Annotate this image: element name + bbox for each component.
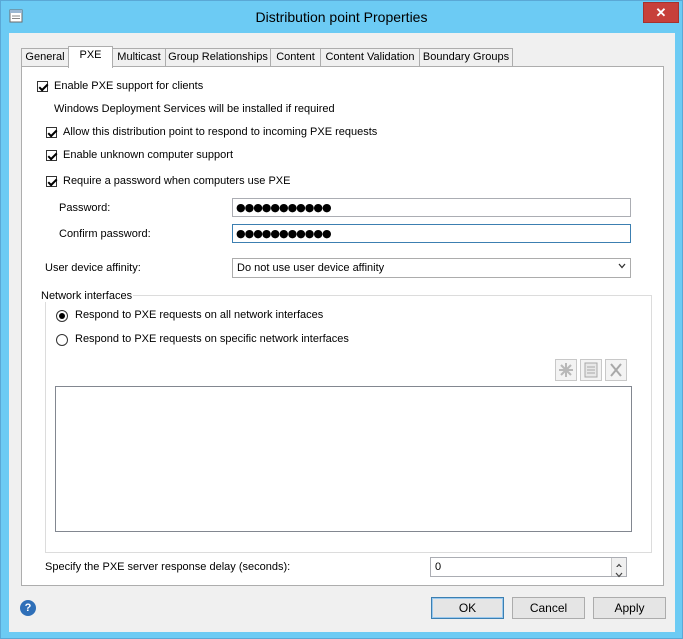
delete-interface-button[interactable] <box>605 359 627 381</box>
close-button[interactable]: ✕ <box>643 2 679 23</box>
confirm-password-label: Confirm password: <box>59 228 151 240</box>
dialog-window: Distribution point Properties ✕ General … <box>0 0 683 639</box>
tab-group-relationships[interactable]: Group Relationships <box>165 48 271 66</box>
window-title: Distribution point Properties <box>255 9 428 25</box>
tab-pxe[interactable]: PXE <box>68 46 113 68</box>
respond-specific-interfaces-label: Respond to PXE requests on specific netw… <box>75 333 349 345</box>
tab-boundary-groups[interactable]: Boundary Groups <box>419 48 513 66</box>
password-label: Password: <box>59 202 111 214</box>
allow-pxe-requests-label: Allow this distribution point to respond… <box>63 126 378 138</box>
title-bar[interactable]: Distribution point Properties ✕ <box>1 1 682 33</box>
require-password-label: Require a password when computers use PX… <box>63 175 291 187</box>
spin-up-button[interactable] <box>611 558 626 569</box>
dialog-client-area: General PXE Multicast Group Relationship… <box>9 33 675 632</box>
properties-icon <box>584 362 598 378</box>
tab-content-validation[interactable]: Content Validation <box>320 48 420 66</box>
apply-button[interactable]: Apply <box>593 597 666 619</box>
pxe-tab-panel: Enable PXE support for clients Windows D… <box>21 66 664 586</box>
chevron-down-icon <box>615 572 623 578</box>
enable-pxe-label: Enable PXE support for clients <box>54 80 204 92</box>
new-interface-button[interactable] <box>555 359 577 381</box>
respond-all-interfaces-radio[interactable] <box>56 310 68 322</box>
respond-specific-interfaces-radio[interactable] <box>56 334 68 346</box>
confirm-password-field[interactable]: ●●●●●●●●●●● <box>232 224 631 243</box>
enable-pxe-checkbox[interactable] <box>37 81 48 92</box>
affinity-selected-value: Do not use user device affinity <box>237 262 385 274</box>
network-interfaces-list[interactable] <box>55 386 632 532</box>
tab-general[interactable]: General <box>21 48 69 66</box>
unknown-computer-checkbox[interactable] <box>46 150 57 161</box>
respond-all-interfaces-label: Respond to PXE requests on all network i… <box>75 309 324 321</box>
response-delay-label: Specify the PXE server response delay (s… <box>45 561 291 573</box>
tab-content[interactable]: Content <box>270 48 321 66</box>
wds-note: Windows Deployment Services will be inst… <box>54 103 335 115</box>
delete-icon <box>610 363 622 377</box>
help-icon[interactable]: ? <box>20 600 36 616</box>
chevron-down-icon <box>618 263 626 269</box>
response-delay-value: 0 <box>435 561 442 573</box>
allow-pxe-requests-checkbox[interactable] <box>46 127 57 138</box>
affinity-select[interactable]: Do not use user device affinity <box>232 258 631 278</box>
cancel-button[interactable]: Cancel <box>512 597 585 619</box>
network-interfaces-group-label: Network interfaces <box>40 290 134 302</box>
unknown-computer-label: Enable unknown computer support <box>63 149 233 161</box>
tab-multicast[interactable]: Multicast <box>112 48 166 66</box>
ok-button[interactable]: OK <box>431 597 504 619</box>
spin-down-button[interactable] <box>611 567 626 578</box>
edit-interface-button[interactable] <box>580 359 602 381</box>
require-password-checkbox[interactable] <box>46 176 57 187</box>
password-field[interactable]: ●●●●●●●●●●● <box>232 198 631 217</box>
response-delay-stepper[interactable]: 0 <box>430 557 627 578</box>
affinity-label: User device affinity: <box>45 262 141 274</box>
star-icon <box>559 363 573 377</box>
